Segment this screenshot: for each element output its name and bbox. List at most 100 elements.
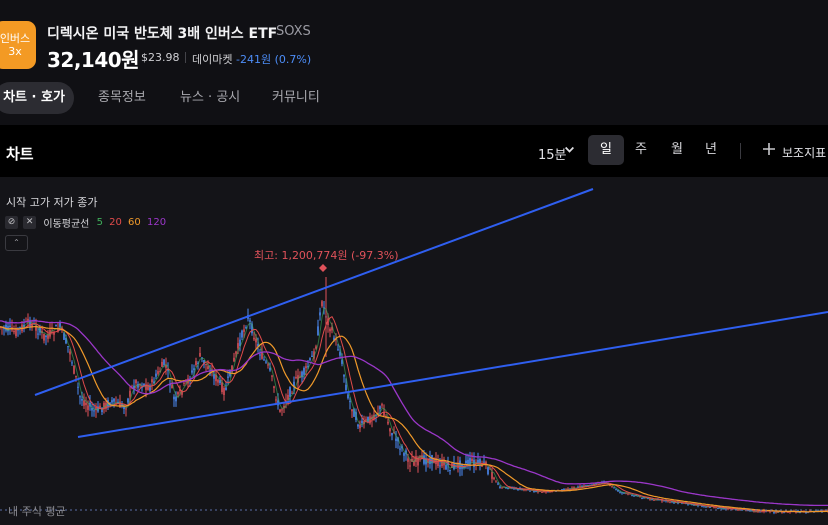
chart-toolbar: 차트 15분 일 주 월 년 보조지표 [0, 125, 828, 177]
candle-body [641, 498, 643, 499]
chart-section-title: 차트 [6, 145, 34, 163]
candle-body [357, 424, 359, 427]
candle-body [391, 433, 393, 436]
candle-body [175, 396, 177, 402]
candle-body [199, 353, 201, 357]
chevron-up-icon[interactable]: ⌃ [5, 235, 28, 251]
candle-body [163, 359, 165, 365]
candle-body [303, 368, 305, 375]
period-month-button[interactable]: 월 [659, 135, 695, 165]
candle-body [113, 398, 115, 402]
candle-body [67, 346, 69, 348]
candle-body [317, 326, 319, 336]
candle-body [71, 362, 73, 364]
trendline-lower[interactable] [77, 311, 828, 438]
candle-body [245, 327, 247, 329]
candle-body [253, 337, 255, 340]
candle-body [399, 448, 401, 450]
candle-body [227, 376, 229, 378]
candle-body [195, 361, 197, 365]
candle-body [193, 368, 195, 371]
my-average-label: 내 주식 평균 [8, 505, 66, 518]
chevron-down-icon[interactable] [564, 144, 575, 158]
candle-body [389, 428, 391, 432]
ma5-value: 5 [96, 217, 103, 228]
high-price-label: 최고: 1,200,774원 (-97.3%) [254, 249, 399, 262]
candle-body [111, 400, 113, 403]
tab-community[interactable]: 커뮤니티 [272, 82, 320, 114]
period-year-button[interactable]: 년 [693, 135, 729, 165]
candle-body [125, 408, 127, 410]
candle-body [343, 374, 345, 377]
candle-body [359, 424, 361, 429]
candle-body [295, 377, 297, 379]
period-day-button[interactable]: 일 [588, 135, 624, 165]
candle-body [311, 355, 313, 357]
candle-body [495, 481, 497, 483]
candle-body [43, 333, 45, 341]
candle-body [235, 351, 237, 354]
candle-body [305, 366, 307, 369]
ma120-value: 120 [146, 217, 167, 228]
candle-body [243, 329, 245, 332]
candle-body [93, 410, 95, 412]
candle-body [615, 489, 617, 491]
candle-body [37, 333, 39, 335]
moving-average-legend: ⊘ ✕ 이동평균선 5 20 60 120 [5, 215, 169, 230]
candle-body [619, 491, 621, 493]
candle-body [9, 325, 11, 328]
candle-body [465, 460, 467, 464]
plus-icon[interactable] [762, 141, 776, 160]
candle-body [339, 352, 341, 356]
interval-dropdown[interactable]: 15분 [538, 144, 567, 163]
candle-body [407, 458, 409, 462]
tab-chart-orderbook[interactable]: 차트 · 호가 [0, 82, 74, 114]
close-icon[interactable]: ✕ [23, 216, 37, 229]
price-divider [185, 52, 186, 63]
candle-body [487, 467, 489, 475]
candle-body [225, 387, 227, 390]
candle-body [207, 366, 209, 369]
candle-body [409, 465, 411, 467]
candle-body [171, 385, 173, 389]
candle-body [155, 373, 157, 377]
candle-body [281, 409, 283, 411]
candle-body [403, 453, 405, 456]
stock-logo: 인버스 3x [0, 21, 36, 69]
period-week-button[interactable]: 주 [623, 135, 659, 165]
candle-body [529, 490, 531, 492]
price-chart-canvas[interactable] [0, 177, 828, 525]
indicator-button[interactable]: 보조지표 [782, 144, 826, 161]
candle-body [329, 328, 331, 332]
ma20-line [0, 316, 828, 513]
candle-body [499, 486, 501, 488]
logo-line1: 인버스 [0, 32, 31, 45]
tab-stock-info[interactable]: 종목정보 [98, 82, 146, 114]
candle-body [795, 512, 797, 514]
candle-body [13, 330, 15, 333]
candle-body [491, 472, 493, 479]
eye-slash-icon[interactable]: ⊘ [5, 216, 18, 229]
candle-body [73, 365, 75, 374]
candle-body [129, 390, 131, 397]
candle-body [493, 477, 495, 480]
candle-body [361, 420, 363, 424]
ma-label: 이동평균선 [43, 219, 90, 230]
candle-body [233, 357, 235, 362]
ma60-value: 60 [128, 217, 141, 228]
candle-body [627, 493, 629, 495]
candle-body [85, 403, 87, 406]
candle-body [381, 404, 383, 406]
candle-body [483, 461, 485, 463]
candle-body [151, 379, 153, 383]
price-chart[interactable]: 시작 고가 저가 종가 ⊘ ✕ 이동평균선 5 20 60 120 ⌃ 최고: … [0, 177, 828, 525]
tab-news-disclosure[interactable]: 뉴스 · 공시 [180, 82, 240, 114]
candle-body [263, 359, 265, 361]
candle-body [69, 351, 71, 355]
candle-body [347, 394, 349, 399]
candle-body [161, 362, 163, 367]
candle-body [81, 399, 83, 401]
candle-body [439, 465, 441, 467]
current-price: 32,140원 [47, 48, 140, 72]
candle-body [449, 470, 451, 472]
